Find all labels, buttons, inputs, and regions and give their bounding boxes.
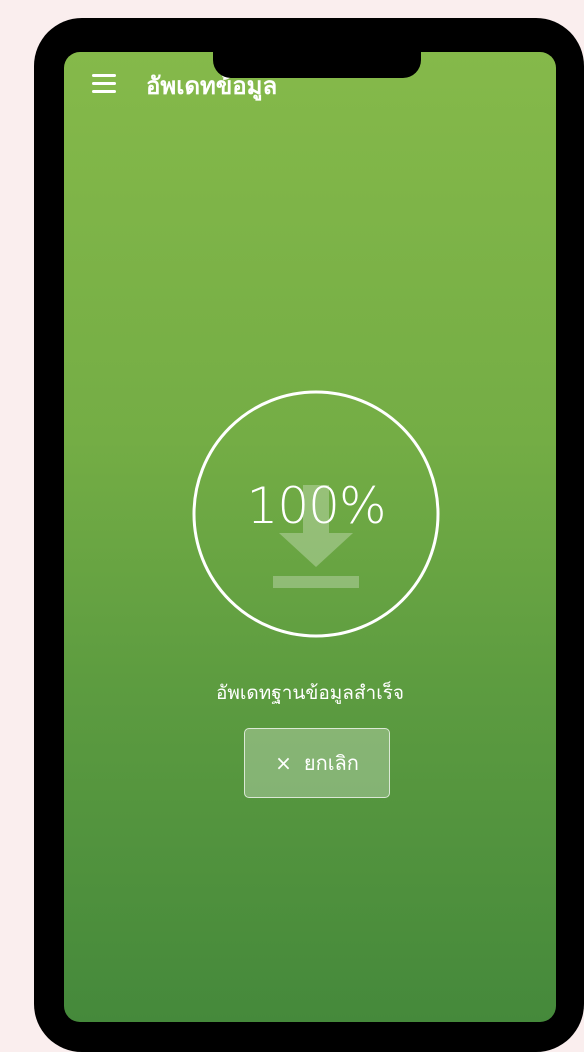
status-message: อัพเดทฐานข้อมูลสำเร็จ — [215, 682, 405, 704]
cancel-button-label: ยกเลิก — [303, 751, 359, 775]
app-screen: อัพเดทข้อมูล 100% อัพเดทฐานข้อมูลสำเร็จ … — [64, 52, 556, 1022]
progress-percent: 100% — [246, 477, 387, 535]
close-icon: × — [275, 751, 292, 775]
hamburger-menu-icon[interactable] — [92, 74, 118, 94]
cancel-button[interactable]: × ยกเลิก — [244, 728, 390, 798]
device-notch — [213, 18, 421, 78]
